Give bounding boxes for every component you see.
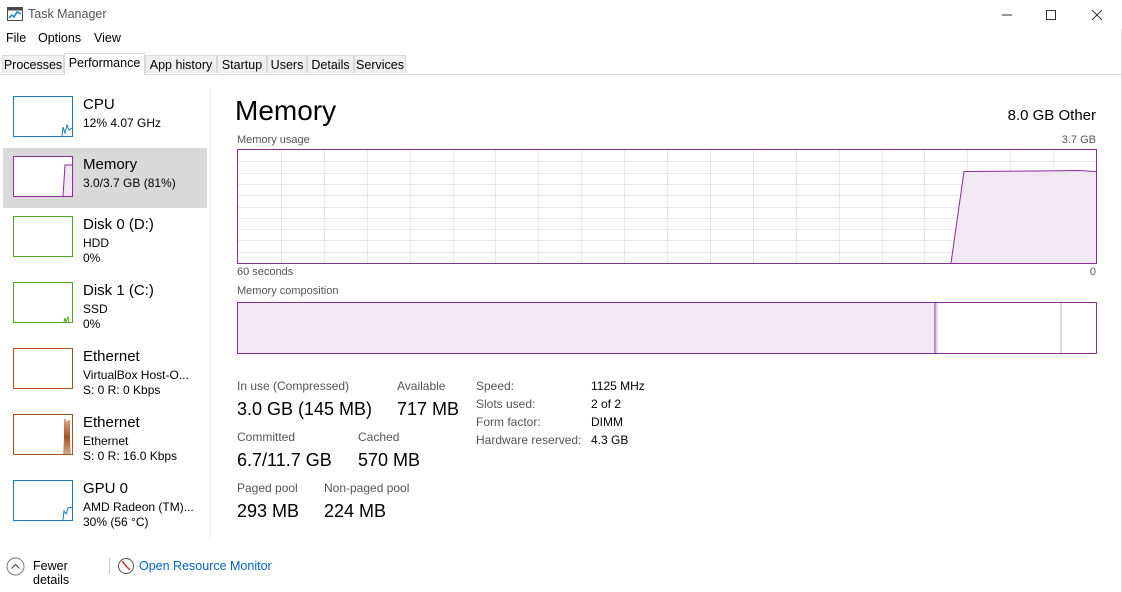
sidebar-item-cpu[interactable]: CPU 12% 4.07 GHz [3,88,207,148]
speed-label: Speed: [476,379,515,393]
footer-divider [109,558,110,574]
tab-bar: Processes Performance App history Startu… [0,53,1122,75]
sidebar-item-gpu-0[interactable]: GPU 0 AMD Radeon (TM)... 30% (56 °C) [3,472,207,532]
sidebar-item-value: 30% (56 °C) [83,515,149,529]
sidebar-item-label: CPU [83,96,115,113]
non-paged-pool-label: Non-paged pool [324,481,410,495]
usage-area [951,170,1096,263]
sidebar-item-label: Disk 1 (C:) [83,282,154,299]
open-resource-monitor-label: Open Resource Monitor [139,559,272,573]
minimize-icon [1002,14,1012,15]
sidebar-item-label: Ethernet [83,348,140,365]
sidebar-item-value: 0% [83,317,101,331]
sidebar-item-memory[interactable]: Memory 3.0/3.7 GB (81%) [3,148,207,208]
sidebar-item-disk-1[interactable]: Disk 1 (C:) SSD 0% [3,274,207,334]
menu-file[interactable]: File [6,31,26,45]
time-axis-end-label: 0 [1089,266,1096,278]
tab-startup[interactable]: Startup [217,55,267,73]
sidebar-item-disk-0[interactable]: Disk 0 (D:) HDD 0% [3,208,207,268]
in-use-label: In use (Compressed) [237,379,350,393]
composition-in-use [238,303,935,353]
disk-0-thumbnail-graph [13,216,73,257]
disk-1-thumbnail-graph [13,282,73,323]
paged-pool-value: 293 MB [237,501,300,521]
ethernet-virtualbox-thumbnail-graph [13,348,73,389]
close-button[interactable] [1074,0,1120,29]
tab-processes[interactable]: Processes [2,55,64,73]
form-factor-label: Form factor: [476,415,541,429]
hardware-reserved-label: Hardware reserved: [476,433,582,447]
cached-label: Cached [358,430,400,444]
memory-type-label: 8.0 GB Other [1007,107,1096,124]
memory-usage-max-label: 3.7 GB [1061,134,1096,146]
sidebar-item-value: S: 0 R: 16.0 Kbps [83,449,178,463]
close-icon [1091,9,1103,20]
sidebar-item-detail: AMD Radeon (TM)... [83,500,194,514]
available-label: Available [397,379,446,393]
fewer-details-label: Fewer details [33,559,70,587]
sidebar-item-detail: 12% 4.07 GHz [83,116,162,130]
open-resource-monitor-link[interactable]: Open Resource Monitor [117,556,277,578]
committed-value: 6.7/11.7 GB [237,450,332,470]
memory-usage-graph [237,149,1097,264]
minimize-button[interactable] [984,0,1030,29]
fewer-details-button[interactable]: Fewer details [6,556,106,587]
sidebar-item-detail: Ethernet [83,434,129,448]
memory-composition-label: Memory composition [237,285,339,297]
gpu-0-thumbnail-graph [13,480,73,521]
memory-thumbnail-graph [13,156,73,197]
cached-value: 570 MB [358,450,421,470]
sidebar-item-detail: 3.0/3.7 GB (81%) [83,176,176,190]
ethernet-thumbnail-graph [13,414,73,455]
menu-options[interactable]: Options [38,31,81,45]
sidebar-item-value: S: 0 R: 0 Kbps [83,383,161,397]
sidebar-item-label: GPU 0 [83,480,129,497]
sidebar-item-label: Memory [83,156,138,173]
form-factor-value: DIMM [591,415,623,429]
task-manager-app-icon [7,7,23,21]
sidebar-item-ethernet[interactable]: Ethernet Ethernet S: 0 R: 16.0 Kbps [3,406,207,466]
non-paged-pool-value: 224 MB [324,501,387,521]
sidebar-item-value: 0% [83,251,101,265]
performance-sidebar: CPU 12% 4.07 GHz Memory 3.0/3.7 GB (81%)… [0,88,211,538]
paged-pool-label: Paged pool [237,481,298,495]
tab-users[interactable]: Users [267,55,307,73]
speed-value: 1125 MHz [591,379,645,393]
available-value: 717 MB [397,399,460,419]
tab-details[interactable]: Details [307,55,354,73]
sidebar-item-ethernet-virtualbox[interactable]: Ethernet VirtualBox Host-O... S: 0 R: 0 … [3,340,207,400]
sidebar-item-detail: SSD [83,302,108,316]
tab-services[interactable]: Services [354,55,406,73]
sidebar-item-detail: HDD [83,236,109,250]
memory-composition-bar [237,302,1097,354]
maximize-button[interactable] [1028,0,1074,29]
in-use-value: 3.0 GB (145 MB) [237,399,373,419]
window-title: Task Manager [28,7,107,21]
committed-label: Committed [237,430,296,444]
tab-app-history[interactable]: App history [145,55,217,73]
memory-usage-label: Memory usage [237,134,310,146]
tab-performance[interactable]: Performance [64,53,145,75]
hardware-reserved-value: 4.3 GB [591,433,629,447]
slots-used-label: Slots used: [476,397,536,411]
maximize-icon [1046,9,1056,20]
title-bar: Task Manager [0,0,1122,29]
footer-bar: Fewer details Open Resource Monitor [0,552,1122,587]
page-title: Memory [235,95,337,126]
menu-view[interactable]: View [94,31,121,45]
chevron-up-circle-icon [6,557,25,576]
sidebar-item-label: Disk 0 (D:) [83,216,154,233]
sidebar-item-label: Ethernet [83,414,140,431]
sidebar-item-detail: VirtualBox Host-O... [83,368,189,382]
cpu-thumbnail-graph [13,96,73,137]
resource-monitor-icon [118,558,134,574]
time-axis-start-label: 60 seconds [237,266,294,278]
slots-used-value: 2 of 2 [591,397,622,411]
